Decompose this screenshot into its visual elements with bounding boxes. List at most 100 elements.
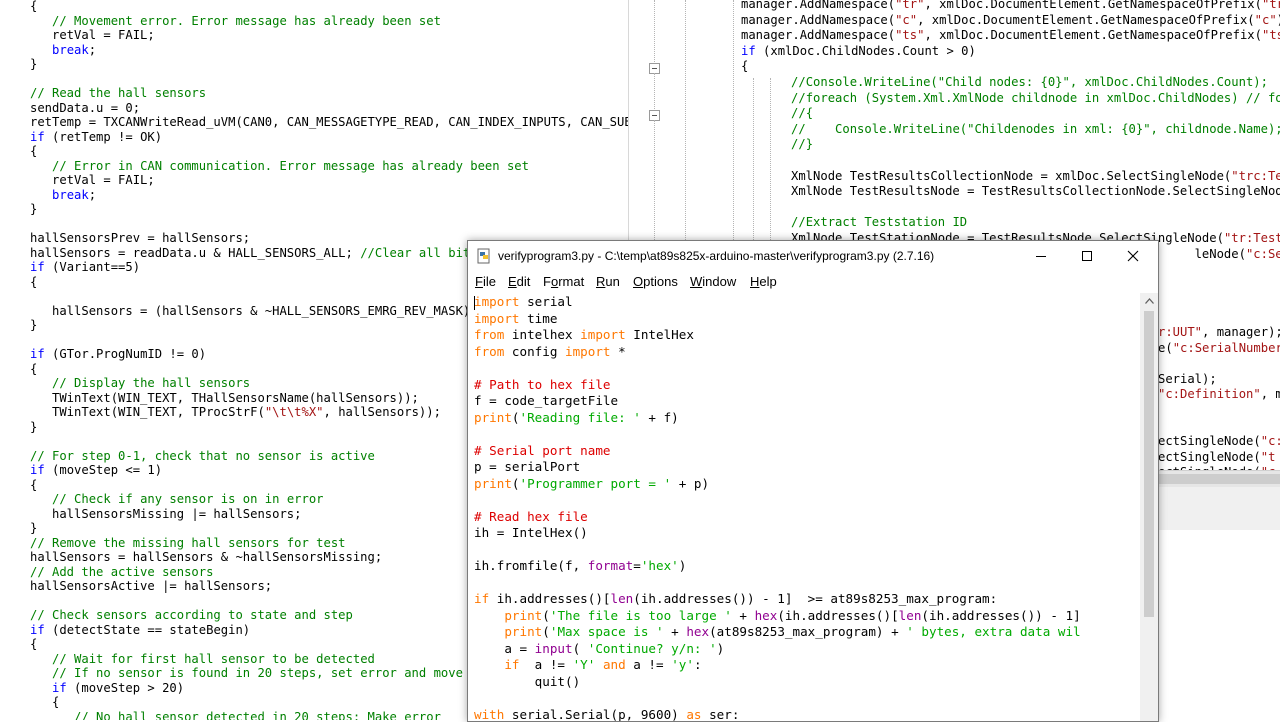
scrollbar-thumb[interactable] [1144, 311, 1154, 617]
code-token: ) [1277, 13, 1280, 27]
menu-format[interactable]: Format [543, 274, 584, 289]
code-token: format [587, 558, 634, 573]
code-token: "trc:TestR [1231, 168, 1280, 183]
code-token: with [474, 706, 505, 722]
code-token: + [731, 607, 755, 623]
c-code-line: if (Variant==5) [30, 260, 140, 275]
c-code-line: // Check if any sensor is on in error [30, 492, 324, 507]
code-token: if [30, 347, 45, 361]
chevron-up-icon [1144, 298, 1154, 304]
code-token: Serial); [1158, 371, 1217, 386]
c-code-line: } [30, 521, 37, 536]
python-code-line: print('Max space is ' + hex(at89s8253_ma… [474, 624, 1080, 641]
code-token: } [30, 521, 38, 535]
c-code-line: if (moveStep > 20) [30, 681, 184, 696]
code-token: , m [1260, 387, 1280, 402]
menu-options[interactable]: Options [633, 274, 678, 289]
code-token: ; [88, 187, 97, 202]
code-token: , hallSensors)); [323, 405, 441, 419]
code-token: hex [686, 624, 710, 639]
code-token: "tr:TestSta [1223, 231, 1280, 245]
vertical-scrollbar[interactable] [1140, 293, 1158, 721]
python-code-editor[interactable]: import serial import time from intelhex im… [468, 293, 1140, 721]
menu-label-rest: elp [759, 274, 777, 289]
close-button[interactable] [1110, 241, 1156, 271]
csharp-code-line: XmlNode TestResultsNode = TestResultsCol… [769, 184, 1280, 199]
code-token: "c" [1254, 12, 1277, 27]
python-code-line: # Read hex file [474, 509, 588, 526]
csharp-code-line: manager.AddNamespace("ts", xmlDoc.Docume… [741, 28, 1280, 43]
code-token: (moveStep > 20) [66, 680, 185, 695]
code-token: // No hall sensor detected in 20 steps: … [74, 709, 441, 721]
code-token: if [52, 680, 67, 695]
c-code-line: retTemp = TXCANWriteRead_uVM(CAN0, CAN_M… [30, 115, 630, 130]
code-token: (GTor.ProgNumID != 0) [44, 347, 207, 361]
csharp-code-line: //foreach (System.Xml.XmlNode childnode … [769, 91, 1280, 106]
c-code-line: TWinText(WIN_TEXT, THallSensorsName(hall… [30, 391, 419, 406]
c-code-line: break; [30, 43, 96, 58]
minimize-button[interactable] [1018, 241, 1064, 271]
code-token: { [30, 695, 60, 709]
menu-help[interactable]: Help [750, 274, 777, 289]
menu-label-start: F [543, 274, 551, 289]
python-code-line: quit() [474, 673, 581, 691]
c-code-line: { [30, 275, 37, 290]
csharp-code-fragment: Serial); [1158, 372, 1217, 387]
code-token: hallSensors = hallSensors & ~hallSensors… [30, 550, 383, 564]
scrollbar-thumb[interactable] [1157, 474, 1280, 484]
menu-edit[interactable]: Edit [508, 274, 530, 289]
horizontal-scrollbar[interactable] [1157, 470, 1280, 487]
code-token: ectSingleNode( [1158, 434, 1261, 449]
c-code-line: } [30, 202, 37, 217]
code-token: , manager); [1202, 325, 1280, 339]
c-code-line: hallSensors = readData.u & HALL_SENSORS_… [30, 246, 478, 261]
c-code-line: { [30, 478, 37, 493]
python-code-line: if ih.addresses()[len(ih.addresses()) - … [474, 591, 997, 608]
code-token: quit() [474, 673, 581, 689]
csharp-code-line: //Extract Teststation ID [769, 215, 967, 230]
code-token: "t [1260, 449, 1276, 464]
code-token: 'Y' [572, 657, 596, 672]
python-code-line: from intelhex import IntelHex [474, 327, 694, 344]
code-token: // Movement error. Error message has alr… [52, 13, 441, 28]
code-token: (ih.addresses()[ [777, 607, 899, 623]
menu-label-rest: ptions [643, 274, 678, 289]
maximize-button[interactable] [1064, 241, 1110, 271]
menu-mnemonic: F [475, 274, 483, 289]
code-token: XmlNode TestResultsNode = TestResultsCol… [769, 184, 1280, 199]
menu-run[interactable]: Run [596, 274, 620, 289]
code-token: a != [519, 657, 573, 672]
code-token: # Path to hex file [474, 376, 611, 392]
code-token: { [30, 274, 38, 289]
code-token: "c:SerialN [1245, 246, 1280, 261]
menu-mnemonic: E [508, 274, 517, 289]
c-code-line: { [30, 695, 59, 710]
code-token: // Error in CAN communication. Error mes… [52, 158, 529, 173]
c-code-line: { [30, 637, 37, 652]
indent-guide [654, 0, 655, 62]
python-code-line: import time [474, 311, 557, 328]
code-token: print [504, 607, 543, 623]
c-code-line: } [30, 57, 37, 72]
menu-window[interactable]: Window [690, 274, 736, 289]
code-token: // Console.WriteLine("Childenodes in xml… [791, 121, 1280, 136]
idle-editor-window[interactable]: verifyprogram3.py - C:\temp\at89s825x-ar… [467, 240, 1159, 722]
code-token: "c:E [1260, 434, 1280, 449]
c-code-line: { [30, 362, 37, 377]
code-token: len [610, 591, 634, 606]
csharp-code-line: manager.AddNamespace("c", xmlDoc.Documen… [741, 13, 1280, 28]
c-code-line: // Display the hall sensors [30, 376, 250, 391]
scroll-up-button[interactable] [1140, 293, 1158, 309]
code-token: hallSensors = (hallSensors & ~HALL_SENSO… [30, 303, 478, 318]
menu-label-rest: indow [702, 274, 737, 289]
code-token: import [580, 327, 626, 342]
menu-file[interactable]: File [475, 274, 496, 289]
code-token: and [602, 657, 626, 672]
csharp-code-line: //} [769, 137, 813, 152]
menu-label-rest: ile [482, 274, 496, 289]
code-token: //Extract Teststation ID [791, 215, 968, 230]
title-bar[interactable]: verifyprogram3.py - C:\temp\at89s825x-ar… [468, 241, 1158, 271]
